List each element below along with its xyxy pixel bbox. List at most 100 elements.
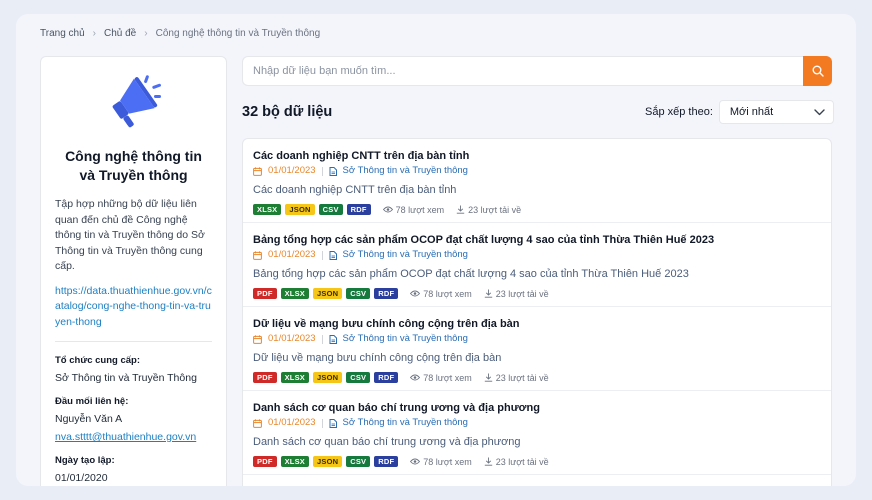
document-icon	[329, 166, 337, 176]
downloads-stat: 23 lượt tải về	[456, 205, 521, 215]
contact-email[interactable]: nva.stttt@thuathienhue.gov.vn	[55, 430, 212, 445]
downloads-stat: 23 lượt tải về	[484, 457, 549, 467]
dataset-org-wrap: Sở Thông tin và Truyền thông	[329, 417, 468, 429]
contact-block: Đầu mối liên hệ: Nguyễn Văn A nva.stttt@…	[55, 395, 212, 445]
views-stat: 78 lượt xem	[382, 205, 444, 215]
divider	[321, 166, 323, 176]
created-value: 01/01/2020	[55, 472, 108, 484]
search-input[interactable]	[242, 56, 803, 86]
dataset-item[interactable]: Dữ liệu về mạng bưu chính công cộng trên…	[243, 307, 831, 391]
provider-block: Tổ chức cung cấp: Sở Thông tin và Truyền…	[55, 354, 212, 386]
dataset-title[interactable]: Danh sách cơ quan báo chí trung ương và …	[253, 401, 821, 415]
divider	[321, 334, 323, 344]
dataset-org: Sở Thông tin và Truyền thông	[342, 333, 468, 344]
document-icon	[329, 418, 337, 428]
breadcrumb: Trang chủ › Chủ đề › Công nghệ thông tin…	[40, 26, 320, 40]
dataset-org: Sở Thông tin và Truyền thông	[342, 417, 468, 428]
calendar-icon	[253, 166, 262, 176]
format-tag[interactable]: CSV	[318, 204, 343, 215]
divider	[321, 418, 323, 428]
provider-value: Sở Thông tin và Truyền Thông	[55, 372, 197, 384]
dataset-description: Các doanh nghiệp CNTT trên địa bàn tỉnh	[253, 184, 457, 196]
format-tag[interactable]: XLSX	[280, 288, 309, 299]
format-tag[interactable]: JSON	[313, 372, 343, 383]
format-tag[interactable]: RDF	[374, 372, 399, 383]
chevron-right-icon: ›	[92, 27, 96, 39]
dataset-title[interactable]: Các doanh nghiệp CNTT trên địa bàn tỉnh	[253, 149, 821, 163]
search-bar	[242, 56, 832, 86]
topic-sidebar: Công nghệ thông tin và Truyền thông Tập …	[40, 56, 227, 486]
app-frame: Trang chủ › Chủ đề › Công nghệ thông tin…	[16, 14, 856, 486]
format-tag[interactable]: CSV	[346, 288, 371, 299]
dataset-date: 01/01/2023	[268, 333, 316, 344]
created-block: Ngày tạo lập: 01/01/2020	[55, 454, 212, 486]
dataset-item[interactable]: Bảng tổng hợp các sản phẩm OCOP đạt chất…	[243, 223, 831, 307]
format-tag[interactable]: XLSX	[253, 204, 282, 215]
dataset-item[interactable]: Các doanh nghiệp CNTT trên địa bàn tỉnh …	[243, 139, 831, 223]
sort-value: Mới nhất	[729, 106, 774, 118]
format-tag[interactable]: XLSX	[280, 456, 309, 467]
dataset-org-wrap: Sở Thông tin và Truyền thông	[329, 249, 468, 261]
format-tag[interactable]: XLSX	[280, 372, 309, 383]
format-tag[interactable]: RDF	[374, 288, 399, 299]
format-tag[interactable]: PDF	[253, 372, 277, 383]
dataset-org: Sở Thông tin và Truyền thông	[342, 249, 468, 260]
format-tag[interactable]: PDF	[253, 288, 277, 299]
dataset-title[interactable]: Dữ liệu về mạng bưu chính công cộng trên…	[253, 317, 821, 331]
dataset-meta: 01/01/2023 Sở Thông tin và Truyền thông	[253, 165, 821, 177]
dataset-description: Bảng tổng hợp các sản phẩm OCOP đạt chất…	[253, 268, 689, 280]
contact-label: Đầu mối liên hệ:	[55, 396, 129, 407]
result-count: 32 bộ dữ liệu	[242, 104, 333, 120]
provider-label: Tổ chức cung cấp:	[55, 355, 140, 366]
dataset-description: Dữ liệu về mạng bưu chính công cộng trên…	[253, 352, 502, 364]
search-button[interactable]	[803, 56, 832, 86]
dataset-meta: 01/01/2023 Sở Thông tin và Truyền thông	[253, 249, 821, 261]
dataset-org: Sở Thông tin và Truyền thông	[342, 165, 468, 176]
dataset-date: 01/01/2023	[268, 165, 316, 176]
format-tag[interactable]: CSV	[346, 456, 371, 467]
downloads-count: 23 lượt tải về	[495, 372, 549, 383]
divider	[321, 250, 323, 260]
format-tag[interactable]: JSON	[313, 456, 343, 467]
format-tag[interactable]: JSON	[313, 288, 343, 299]
views-stat: 78 lượt xem	[410, 289, 472, 299]
sort-control: Sắp xếp theo: Mới nhất	[645, 100, 834, 124]
search-icon	[812, 65, 824, 77]
topic-title: Công nghệ thông tin và Truyền thông	[65, 148, 202, 183]
downloads-count: 23 lượt tải về	[495, 288, 549, 299]
dataset-date-wrap: 01/01/2023	[253, 333, 316, 345]
eye-icon	[410, 290, 421, 297]
sort-select[interactable]: Mới nhất	[718, 100, 834, 124]
format-tag[interactable]: JSON	[285, 204, 315, 215]
views-stat: 78 lượt xem	[410, 457, 472, 467]
dataset-footer: PDF XLSX JSON CSV RDF 78 lượt xem 23 lượt tả…	[253, 288, 821, 299]
dataset-footer: XLSX JSON CSV RDF 78 lượt xem 23 lượt tải v…	[253, 204, 821, 215]
dataset-org-wrap: Sở Thông tin và Truyền thông	[329, 333, 468, 345]
format-tag[interactable]: RDF	[346, 204, 371, 215]
views-stat: 78 lượt xem	[410, 372, 472, 383]
dataset-footer: PDF XLSX JSON CSV RDF 78 lượt xem 23 lượt tả…	[253, 456, 821, 467]
format-tag[interactable]: RDF	[374, 456, 399, 467]
dataset-org-wrap: Sở Thông tin và Truyền thông	[329, 165, 468, 177]
download-icon	[456, 205, 465, 214]
topic-link[interactable]: https://data.thuathienhue.gov.vn/catalog…	[55, 284, 212, 331]
dataset-list: Các doanh nghiệp CNTT trên địa bàn tỉnh …	[242, 138, 832, 486]
format-tag[interactable]: CSV	[346, 372, 371, 383]
breadcrumb-home[interactable]: Trang chủ	[40, 28, 85, 39]
dataset-description: Danh sách cơ quan báo chí trung ương và …	[253, 436, 521, 448]
calendar-icon	[253, 334, 262, 344]
dataset-item[interactable]: Danh sách cơ quan báo chí trung ương và …	[243, 391, 831, 475]
dataset-meta: 01/01/2023 Sở Thông tin và Truyền thông	[253, 417, 821, 429]
format-tag[interactable]: PDF	[253, 456, 277, 467]
chevron-down-icon	[814, 108, 825, 115]
dataset-date-wrap: 01/01/2023	[253, 249, 316, 261]
dataset-meta: 01/01/2023 Sở Thông tin và Truyền thông	[253, 333, 821, 345]
views-count: 78 lượt xem	[423, 372, 472, 383]
download-icon	[484, 373, 492, 382]
dataset-date: 01/01/2023	[268, 249, 316, 260]
dataset-title[interactable]: Bảng tổng hợp các sản phẩm OCOP đạt chất…	[253, 233, 821, 247]
downloads-count: 23 lượt tải về	[468, 204, 522, 215]
created-label: Ngày tạo lập:	[55, 455, 115, 466]
breadcrumb-topics[interactable]: Chủ đề	[104, 28, 136, 39]
document-icon	[329, 334, 337, 344]
